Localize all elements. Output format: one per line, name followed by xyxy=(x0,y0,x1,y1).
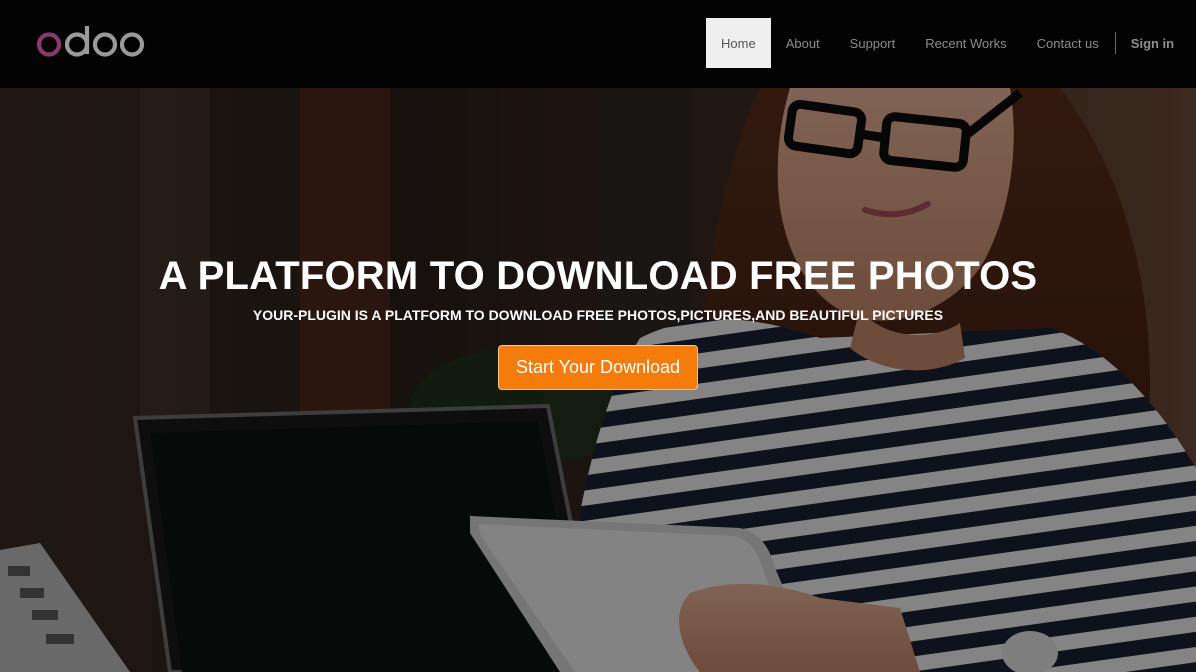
main-nav: Home About Support Recent Works Contact … xyxy=(706,18,1196,68)
nav-home[interactable]: Home xyxy=(706,18,771,68)
hero-title: A PLATFORM TO DOWNLOAD FREE PHOTOS xyxy=(158,254,1038,298)
odoo-logo[interactable] xyxy=(36,24,146,64)
nav-support[interactable]: Support xyxy=(835,18,911,68)
start-download-button[interactable]: Start Your Download xyxy=(498,345,698,390)
nav-recent-works[interactable]: Recent Works xyxy=(910,18,1021,68)
odoo-logo-mark xyxy=(36,26,145,57)
hero-subtitle: YOUR-PLUGIN IS A PLATFORM TO DOWNLOAD FR… xyxy=(252,307,944,323)
top-navbar: Home About Support Recent Works Contact … xyxy=(0,0,1196,88)
nav-about[interactable]: About xyxy=(771,18,835,68)
nav-contact-us[interactable]: Contact us xyxy=(1022,18,1114,68)
hero-banner: A PLATFORM TO DOWNLOAD FREE PHOTOS YOUR-… xyxy=(0,88,1196,672)
sign-in-link[interactable]: Sign in xyxy=(1116,18,1196,68)
